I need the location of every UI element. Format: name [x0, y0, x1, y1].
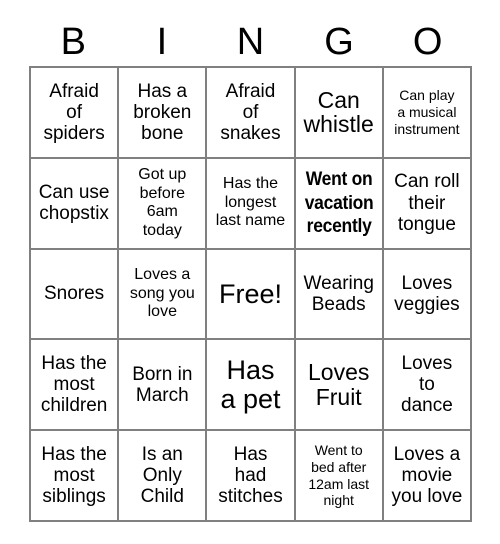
bingo-cell-label: Loves Fruit [308, 359, 370, 410]
bingo-cell-label: Snores [43, 283, 105, 305]
bingo-cell-label: Can use chopstix [38, 181, 110, 225]
bingo-cell-label: Afraid of spiders [43, 80, 105, 145]
bingo-cell-label: Has a pet [220, 355, 281, 414]
bingo-cell-n1[interactable]: Afraid of snakes [207, 68, 296, 159]
header-letter-o: O [412, 21, 443, 63]
bingo-cell-label: Wearing Beads [303, 272, 374, 315]
bingo-cell-g4[interactable]: Loves Fruit [295, 340, 384, 432]
bingo-cell-label: Has the most children [40, 352, 108, 417]
header-letter-b: B [60, 21, 86, 63]
bingo-cell-i1[interactable]: Has a broken bone [119, 68, 208, 159]
bingo-cell-g1[interactable]: Can whistle [295, 68, 384, 159]
bingo-cell-o3[interactable]: Loves veggies [383, 249, 472, 341]
bingo-grid: Afraid of spiders Has a broken bone Afraid… [29, 66, 472, 522]
bingo-cell-label: Has had stitches [218, 443, 283, 508]
bingo-cell-label: Has a broken bone [133, 80, 192, 145]
bingo-cell-n3[interactable]: Free! [207, 249, 296, 341]
bingo-cell-label: Loves to dance [401, 352, 453, 417]
bingo-cell-i5[interactable]: Is an Only Child [119, 431, 208, 522]
bingo-cell-o2[interactable]: Can roll their tongue [383, 158, 472, 250]
bingo-cell-b1[interactable]: Afraid of spiders [31, 68, 120, 159]
bingo-cell-label: Loves veggies [394, 272, 460, 315]
bingo-cell-label: Can whistle [303, 87, 374, 138]
bingo-cell-label: Loves a movie you love [391, 443, 463, 508]
bingo-cell-b5[interactable]: Has the most siblings [31, 431, 120, 522]
bingo-cell-i3[interactable]: Loves a song you love [119, 249, 208, 341]
header-letter-i: I [156, 21, 168, 63]
bingo-cell-g3[interactable]: Wearing Beads [295, 249, 384, 341]
bingo-cell-label: Has the most siblings [41, 443, 107, 508]
bingo-cell-n2[interactable]: Has the longest last name [207, 158, 296, 250]
header-letter-n: N [236, 21, 265, 63]
bingo-cell-label: Afraid of snakes [220, 80, 281, 145]
bingo-cell-o5[interactable]: Loves a movie you love [383, 431, 472, 522]
bingo-cell-label: Got up before 6am today [138, 166, 187, 239]
bingo-cell-label: Went on vacation recently [304, 169, 374, 237]
bingo-cell-label: Is an Only Child [140, 443, 184, 508]
bingo-header-row: B I N G O [29, 18, 472, 66]
bingo-cell-label: Can play a musical instrument [394, 87, 460, 137]
bingo-cell-label: Can roll their tongue [394, 171, 460, 235]
bingo-cell-o4[interactable]: Loves to dance [383, 340, 472, 432]
bingo-cell-label: Has the longest last name [215, 175, 286, 230]
bingo-cell-b2[interactable]: Can use chopstix [31, 158, 120, 250]
bingo-cell-i4[interactable]: Born in March [119, 340, 208, 432]
bingo-cell-label: Loves a song you love [129, 266, 195, 321]
bingo-cell-n5[interactable]: Has had stitches [207, 431, 296, 522]
bingo-cell-b4[interactable]: Has the most children [31, 340, 120, 432]
bingo-cell-label: Born in March [132, 363, 193, 406]
header-letter-g: G [324, 21, 354, 63]
bingo-cell-label: Free! [218, 278, 282, 309]
bingo-cell-g5[interactable]: Went to bed after 12am last night [295, 431, 384, 522]
bingo-cell-i2[interactable]: Got up before 6am today [119, 158, 208, 250]
bingo-card: B I N G O Afraid of spiders Has a broken … [0, 0, 500, 544]
bingo-cell-o1[interactable]: Can play a musical instrument [383, 68, 472, 159]
bingo-cell-g2[interactable]: Went on vacation recently [295, 158, 384, 250]
bingo-cell-label: Went to bed after 12am last night [308, 442, 370, 509]
bingo-cell-b3[interactable]: Snores [31, 249, 120, 341]
bingo-cell-n4[interactable]: Has a pet [207, 340, 296, 432]
